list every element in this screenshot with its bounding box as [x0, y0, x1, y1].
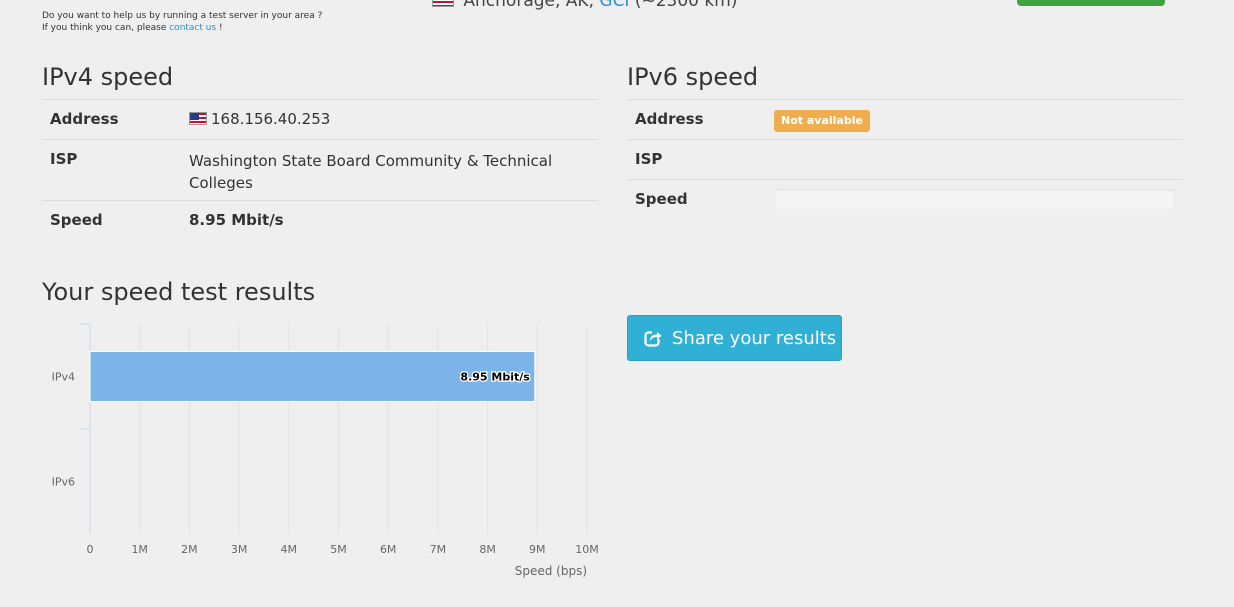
share-results-button[interactable]: Share your results — [627, 315, 842, 361]
us-flag-icon — [189, 112, 207, 125]
ipv6-speed-cell — [766, 179, 1183, 219]
start-test-button[interactable] — [1017, 0, 1165, 6]
help-text-1: Do you want to help us by running a test… — [42, 11, 323, 21]
chart-x-axis-title: Speed (bps) — [515, 564, 587, 578]
help-text-prefix: If you think you can, please — [42, 23, 170, 33]
ipv6-isp-label: ISP — [627, 139, 766, 180]
help-text-suffix: ! — [216, 23, 223, 33]
ipv4-speed-value: 8.95 Mbit/s — [181, 200, 598, 240]
ipv4-address-text: 168.156.40.253 — [211, 110, 331, 128]
chart-x-tick-label: 8M — [479, 543, 496, 556]
not-available-badge: Not available — [774, 110, 870, 132]
ipv6-address-row: Address Not available — [627, 99, 1183, 140]
ipv4-address-label: Address — [42, 99, 181, 140]
chart-x-tick-label: 5M — [330, 543, 347, 556]
server-city: Anchorage, AK, — [463, 0, 594, 11]
ipv4-speed-row: Speed 8.95 Mbit/s — [42, 200, 598, 240]
ipv4-isp-row: ISP Washington State Board Community & T… — [42, 139, 598, 201]
ipv4-isp-value: Washington State Board Community & Techn… — [181, 139, 598, 201]
chart-y-tick-label: IPv6 — [52, 476, 75, 489]
ipv6-address-cell: Not available — [766, 99, 1183, 140]
chart-x-tick-label: 10M — [575, 543, 599, 556]
contact-us-link[interactable]: contact us — [169, 23, 216, 33]
us-flag-icon — [432, 0, 454, 7]
ipv6-isp-row: ISP — [627, 139, 1183, 180]
ipv6-speed-row: Speed — [627, 179, 1183, 219]
ipv6-heading: IPv6 speed — [627, 63, 759, 91]
share-icon — [644, 329, 662, 347]
server-isp-link[interactable]: GCI — [599, 0, 629, 11]
ipv6-address-label: Address — [627, 99, 766, 140]
ipv6-speed-label: Speed — [627, 179, 766, 219]
ipv6-speed-progress-bar — [774, 189, 1175, 209]
ipv6-isp-value — [766, 139, 1183, 180]
chart-data-label: 8.95 Mbit/s — [460, 371, 530, 384]
ipv6-table: Address Not available ISP Speed — [627, 99, 1183, 219]
help-banner: Do you want to help us by running a test… — [42, 10, 322, 34]
chart-x-tick-label: 4M — [281, 543, 298, 556]
chart-x-tick-label: 1M — [131, 543, 148, 556]
ipv4-isp-label: ISP — [42, 139, 181, 201]
ipv4-table: Address 168.156.40.253 ISP Washington St… — [42, 99, 598, 240]
ipv4-speed-label: Speed — [42, 200, 181, 240]
share-results-label: Share your results — [672, 327, 837, 349]
chart-x-tick-label: 2M — [181, 543, 198, 556]
server-info: Anchorage, AK, GCI (~2300 km) — [432, 0, 737, 11]
ipv4-heading: IPv4 speed — [42, 63, 174, 91]
results-heading: Your speed test results — [42, 278, 316, 306]
help-text-2: If you think you can, please contact us … — [42, 22, 322, 34]
chart-x-tick-label: 7M — [430, 543, 447, 556]
server-distance: (~2300 km) — [634, 0, 738, 11]
chart-x-tick-label: 6M — [380, 543, 397, 556]
ipv4-address-row: Address 168.156.40.253 — [42, 99, 598, 140]
ipv4-address-cell: 168.156.40.253 — [181, 99, 598, 140]
chart-x-tick-label: 9M — [529, 543, 546, 556]
chart-x-tick-label: 3M — [231, 543, 248, 556]
chart-x-tick-label: 0 — [87, 543, 94, 556]
chart-y-tick-label: IPv4 — [52, 371, 75, 384]
speed-chart: 0 1M 2M 3M 4M 5M 6M 7M 8M 9M 10M IPv4 8.95 Mbit/s IPv… — [52, 323, 599, 578]
